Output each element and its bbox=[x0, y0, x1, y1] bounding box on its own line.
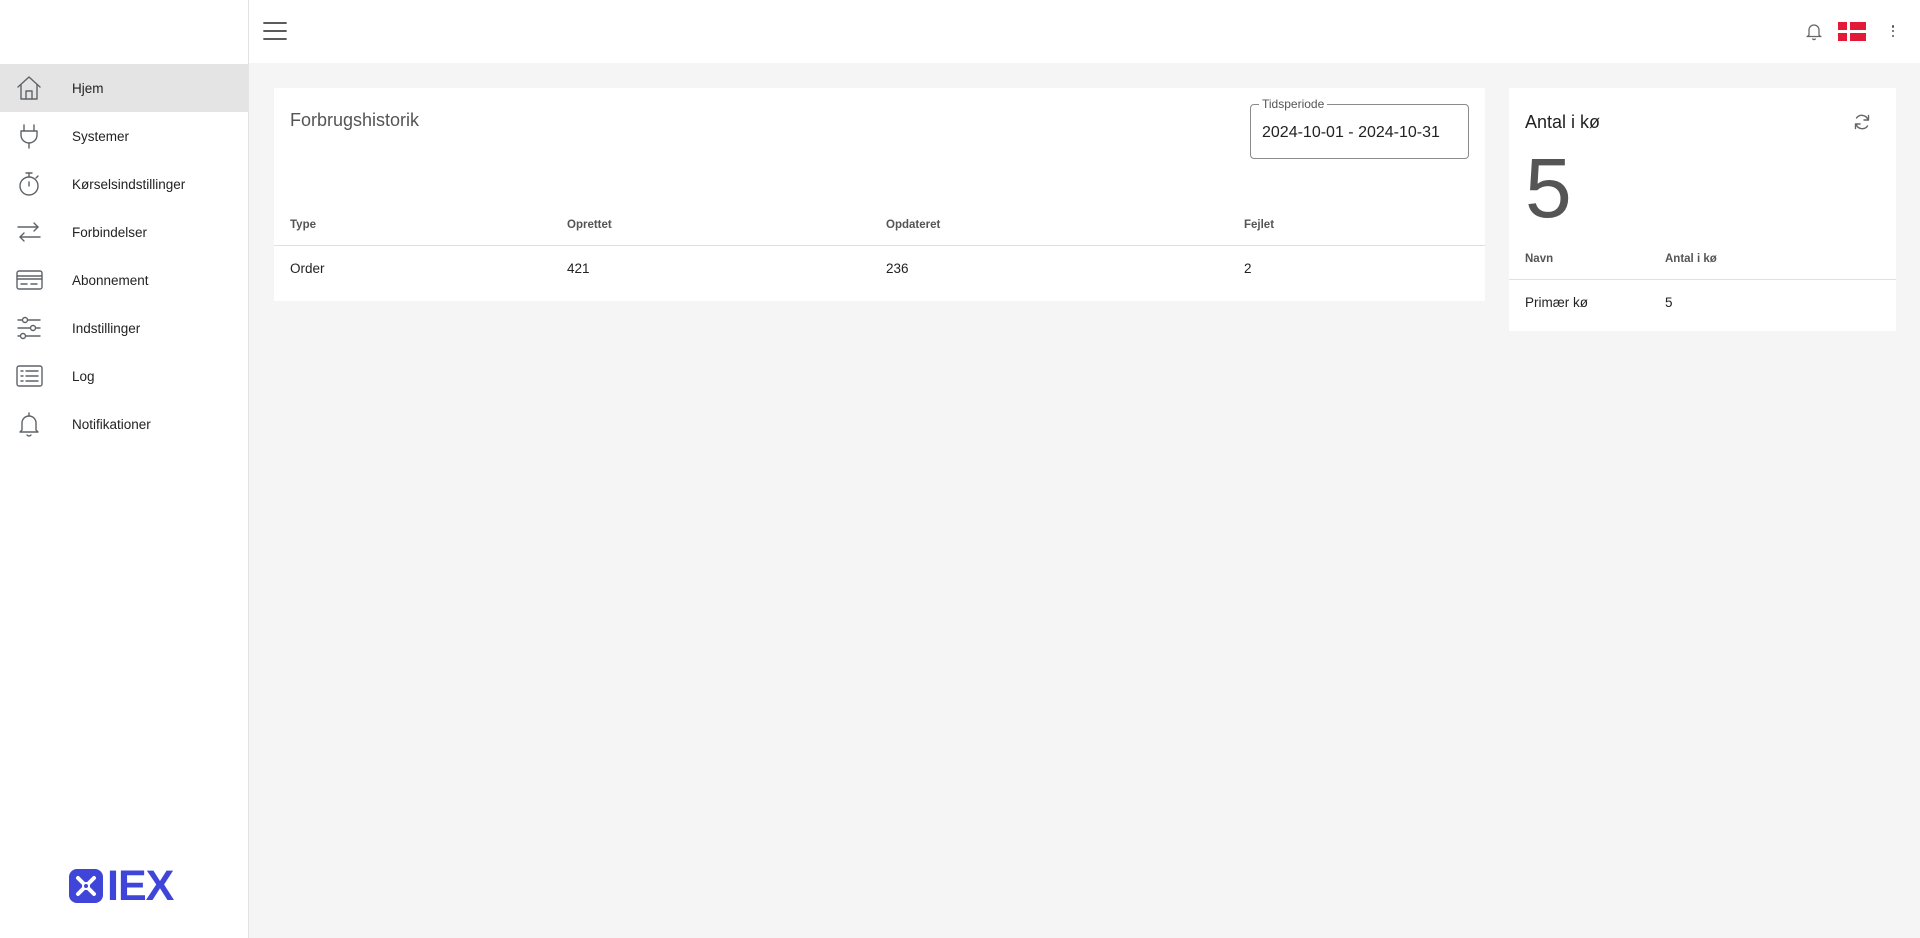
credit-card-icon bbox=[0, 256, 72, 304]
hamburger-menu-icon[interactable] bbox=[262, 18, 288, 44]
table-header-row: Type Oprettet Opdateret Fejlet bbox=[274, 205, 1485, 246]
sidebar-item-hjem[interactable]: Hjem bbox=[0, 64, 249, 112]
sidebar-item-forbindelser[interactable]: Forbindelser bbox=[0, 208, 249, 256]
sidebar-item-label: Hjem bbox=[72, 80, 104, 96]
sidebar-item-label: Kørselsindstillinger bbox=[72, 176, 186, 192]
column-header-navn: Navn bbox=[1509, 239, 1649, 280]
sidebar-item-indstillinger[interactable]: Indstillinger bbox=[0, 304, 249, 352]
notification-bell-icon[interactable] bbox=[1805, 21, 1823, 41]
bell-icon bbox=[0, 400, 72, 448]
table-row: Order 421 236 2 bbox=[274, 245, 1485, 292]
arrows-swap-icon bbox=[0, 208, 72, 256]
sidebar-item-systemer[interactable]: Systemer bbox=[0, 112, 249, 160]
column-header-type: Type bbox=[274, 205, 551, 246]
sidebar-item-notifikationer[interactable]: Notifikationer bbox=[0, 400, 249, 448]
sidebar-item-label: Systemer bbox=[72, 128, 130, 144]
cell-fejlet: 2 bbox=[1244, 261, 1252, 277]
sidebar-item-log[interactable]: Log bbox=[0, 352, 249, 400]
sidebar-item-abonnement[interactable]: Abonnement bbox=[0, 256, 249, 304]
cell-oprettet: 421 bbox=[567, 261, 590, 277]
cell-type: Order bbox=[290, 261, 325, 277]
column-header-antal: Antal i kø bbox=[1649, 239, 1896, 280]
dot bbox=[1891, 34, 1895, 37]
iex-logo: IEX bbox=[69, 862, 174, 910]
card-title: Forbrugshistorik bbox=[290, 110, 420, 130]
sliders-icon bbox=[0, 304, 72, 352]
cell-navn: Primær kø bbox=[1525, 295, 1588, 311]
more-vertical-icon[interactable] bbox=[1889, 23, 1897, 39]
flag-cross-horizontal bbox=[1838, 30, 1866, 33]
column-header-oprettet: Oprettet bbox=[551, 205, 870, 246]
dot bbox=[1891, 25, 1895, 28]
table-header-row: Navn Antal i kø bbox=[1509, 239, 1896, 280]
cell-opdateret: 236 bbox=[886, 261, 909, 277]
iex-logo-icon bbox=[69, 869, 103, 903]
home-icon bbox=[0, 64, 72, 112]
sidebar-item-label: Abonnement bbox=[72, 272, 149, 288]
logo-text: IEX bbox=[107, 862, 174, 910]
card-title: Antal i kø bbox=[1525, 112, 1601, 132]
queue-table: Navn Antal i kø Primær kø 5 bbox=[1509, 239, 1896, 326]
table-row: Primær kø 5 bbox=[1509, 279, 1896, 326]
timer-icon bbox=[0, 160, 72, 208]
period-value: 2024-10-01 - 2024-10-31 bbox=[1262, 124, 1440, 141]
column-header-fejlet: Fejlet bbox=[1228, 205, 1485, 246]
sidebar-item-korselsindstillinger[interactable]: Kørselsindstillinger bbox=[0, 160, 249, 208]
usage-table: Type Oprettet Opdateret Fejlet Order 421… bbox=[274, 205, 1485, 292]
queue-count-card: Antal i kø 5 Navn Antal i kø Primær kø 5 bbox=[1509, 88, 1896, 331]
sidebar-nav: Hjem Systemer Kørselsindstillinger Forbi… bbox=[0, 64, 249, 448]
period-label: Tidsperiode bbox=[1259, 97, 1328, 111]
sidebar-item-label: Notifikationer bbox=[72, 416, 151, 432]
danish-flag-icon[interactable] bbox=[1838, 22, 1866, 41]
list-icon bbox=[0, 352, 72, 400]
refresh-icon[interactable] bbox=[1852, 112, 1872, 132]
flag-cross-vertical bbox=[1847, 22, 1850, 41]
sidebar-item-label: Forbindelser bbox=[72, 224, 148, 240]
plug-icon bbox=[0, 112, 72, 160]
column-header-opdateret: Opdateret bbox=[870, 205, 1228, 246]
sidebar-item-label: Indstillinger bbox=[72, 320, 141, 336]
queue-count-value: 5 bbox=[1525, 141, 1572, 235]
top-bar bbox=[249, 0, 1920, 63]
cell-antal: 5 bbox=[1665, 295, 1673, 311]
usage-history-card: Forbrugshistorik Tidsperiode 2024-10-01 … bbox=[274, 88, 1485, 301]
sidebar-item-label: Log bbox=[72, 368, 95, 384]
dot bbox=[1891, 29, 1895, 33]
period-picker-field[interactable]: Tidsperiode 2024-10-01 - 2024-10-31 bbox=[1250, 97, 1469, 159]
sidebar: Hjem Systemer Kørselsindstillinger Forbi… bbox=[0, 0, 249, 938]
